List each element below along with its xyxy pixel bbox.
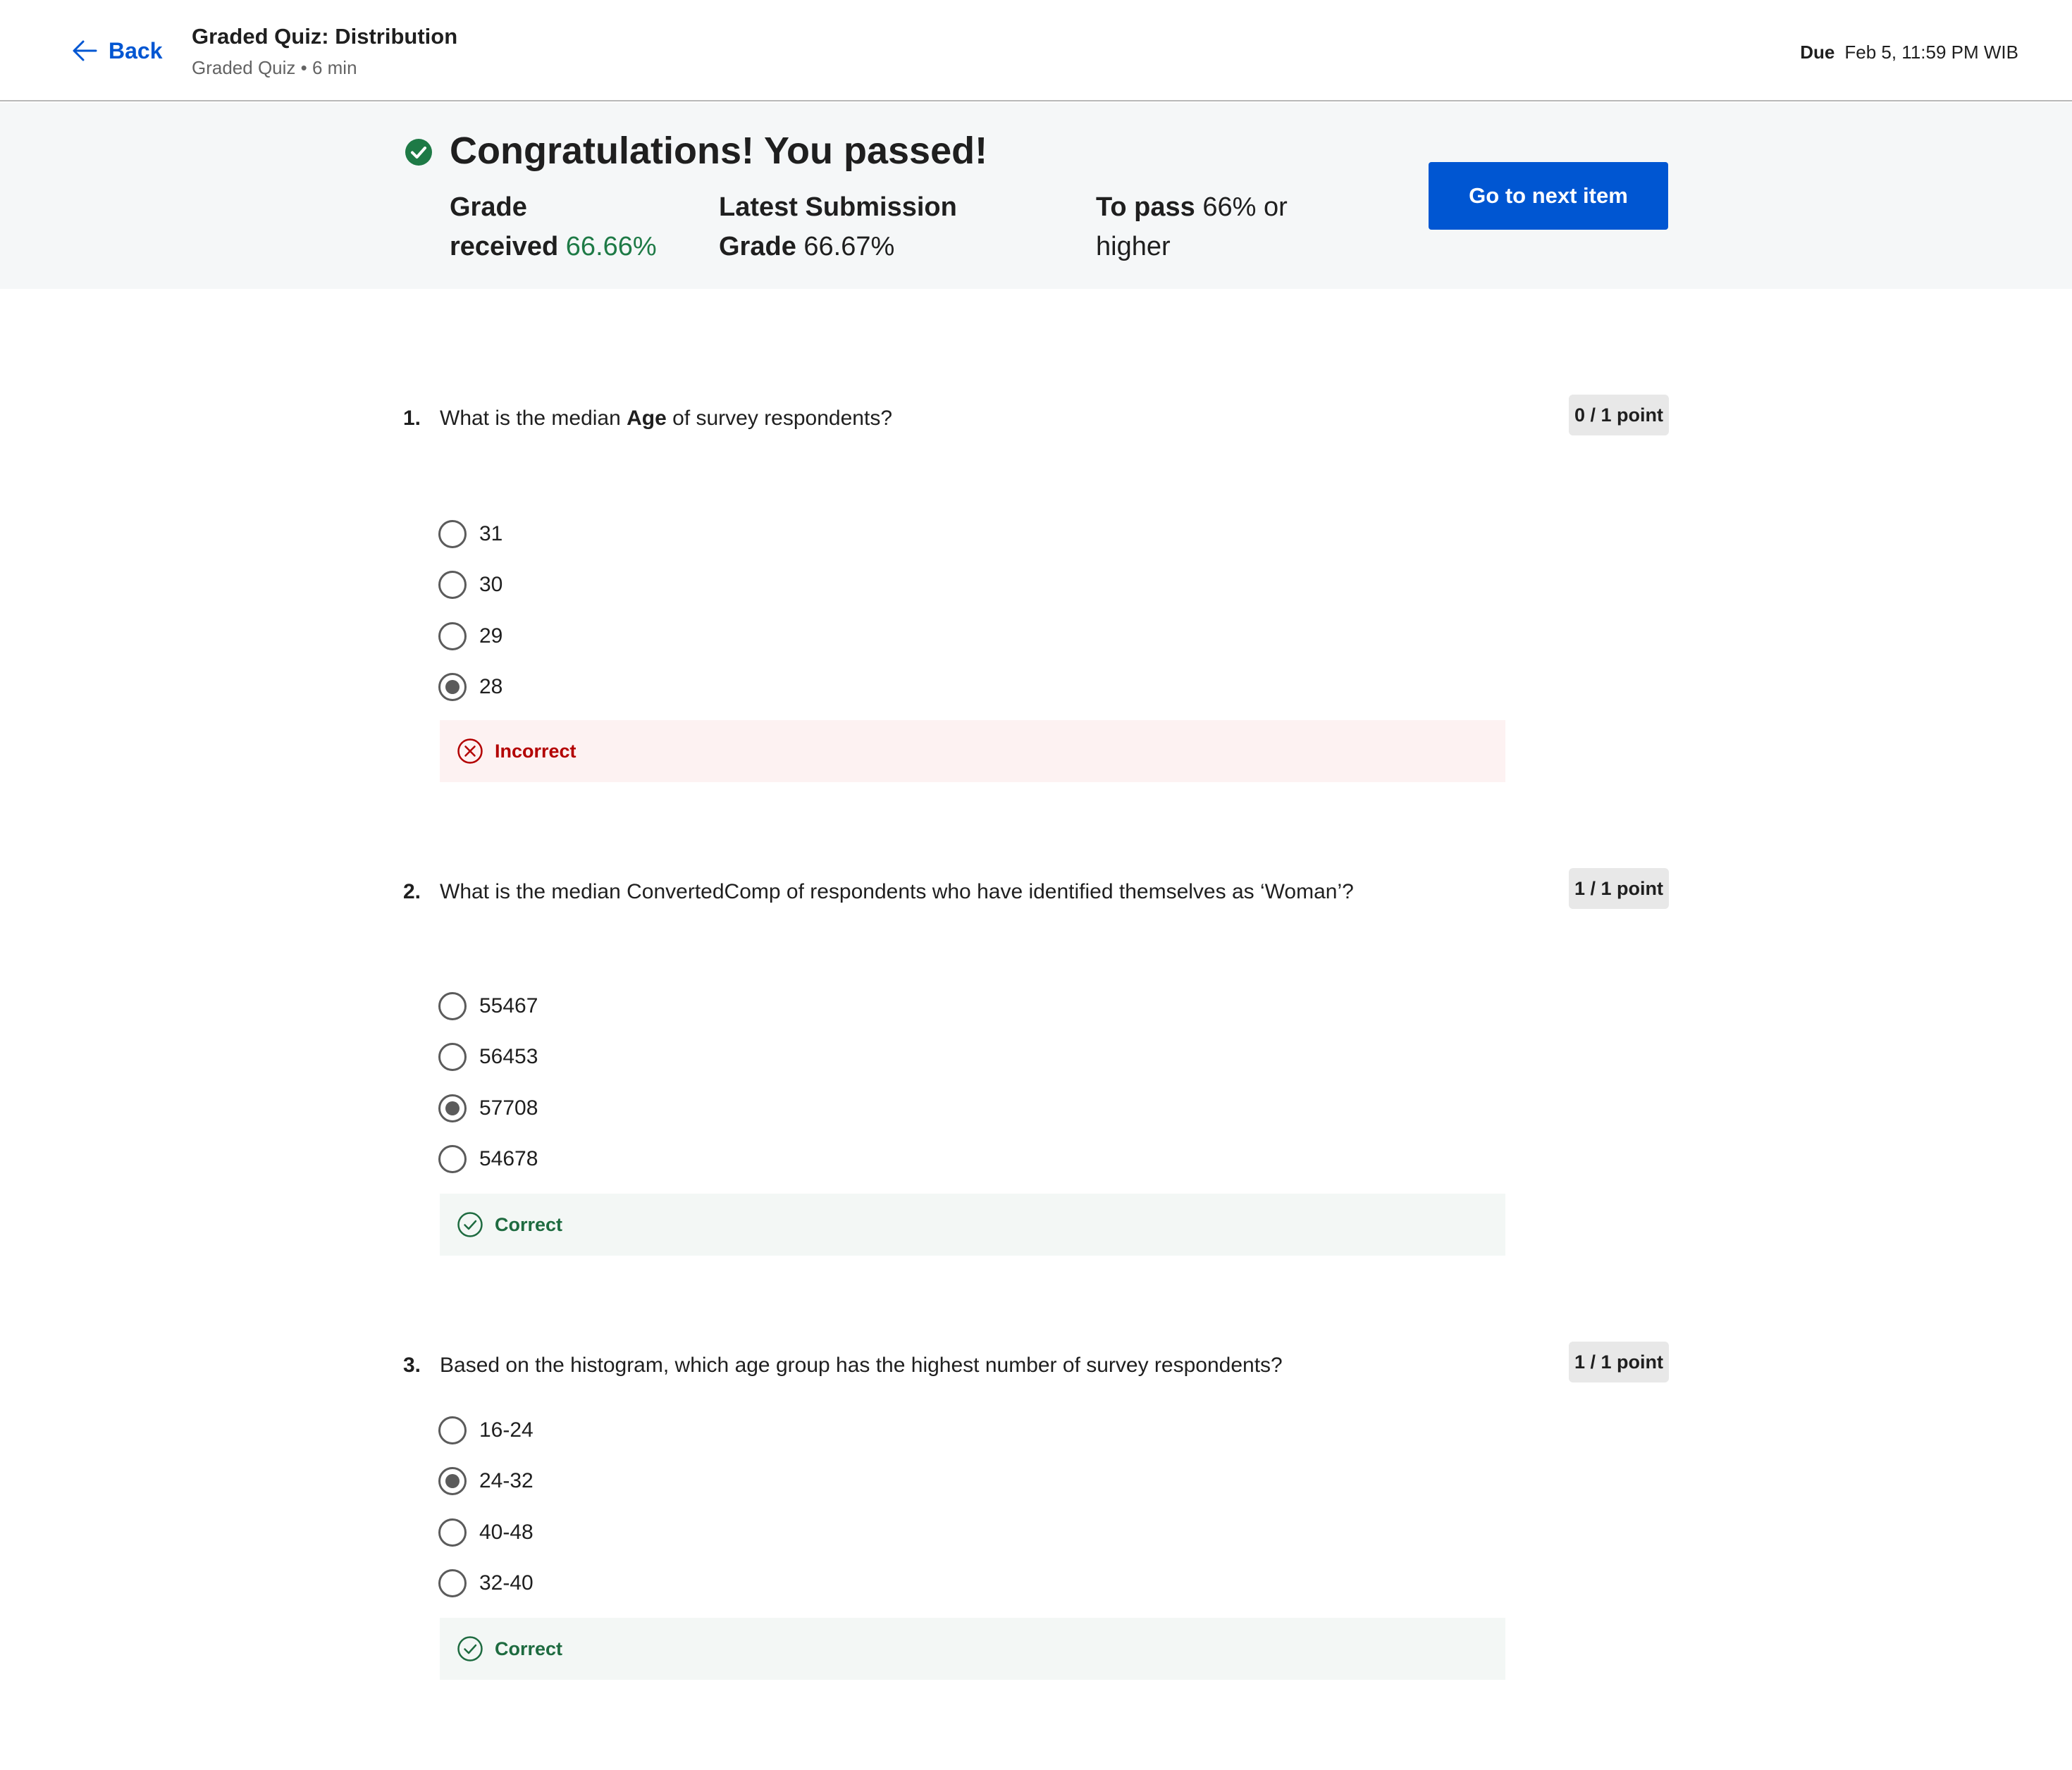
go-to-next-item-button[interactable]: Go to next item [1429, 162, 1668, 230]
grade-received-label: Grade [450, 192, 527, 222]
option-label: 55467 [479, 994, 538, 1017]
feedback-label: Correct [495, 1213, 563, 1235]
feedback-label: Incorrect [495, 740, 576, 762]
back-label: Back [109, 37, 163, 63]
grade-received-label-2: received [450, 232, 559, 261]
radio-button-selected[interactable] [438, 673, 467, 701]
question-number: 2. [403, 880, 421, 903]
option-label: 54678 [479, 1147, 538, 1170]
option-label: 30 [479, 573, 503, 596]
radio-button[interactable] [438, 1145, 467, 1173]
check-circle-outline-icon [457, 1636, 483, 1661]
radio-button[interactable] [438, 1043, 467, 1071]
x-circle-icon [457, 738, 483, 764]
grade-received-value: 66.66% [565, 232, 657, 261]
radio-button[interactable] [438, 992, 467, 1020]
result-heading: Congratulations! You passed! [450, 130, 988, 172]
to-pass-value: 66% or [1202, 192, 1288, 222]
item-subtitle: Graded Quiz • 6 min [192, 57, 357, 78]
answer-option[interactable]: 28 [438, 672, 502, 703]
option-label: 29 [479, 624, 503, 648]
question-number: 1. [403, 407, 421, 430]
answer-option[interactable]: 40-48 [438, 1517, 534, 1548]
radio-button[interactable] [438, 520, 467, 548]
feedback-label: Correct [495, 1638, 563, 1659]
passing-threshold: To pass 66% or higher [1096, 187, 1321, 266]
due-date: Due Feb 5, 11:59 PM WIB [1800, 38, 2018, 66]
radio-button[interactable] [438, 622, 467, 650]
question-text: What is the median ConvertedComp of resp… [440, 880, 1354, 903]
page-header: Back Graded Quiz: Distribution Graded Qu… [0, 0, 2072, 101]
check-circle-icon [405, 139, 432, 166]
option-label: 16-24 [479, 1418, 534, 1442]
item-title-block: Graded Quiz: Distribution Graded Quiz • … [192, 20, 457, 82]
option-label: 32-40 [479, 1571, 534, 1595]
option-label: 28 [479, 675, 503, 698]
arrow-left-icon [73, 40, 97, 61]
answer-option[interactable]: 31 [438, 519, 502, 550]
option-label: 57708 [479, 1096, 538, 1120]
question-number: 3. [403, 1354, 421, 1377]
latest-submission-label-2: Grade [719, 232, 796, 261]
page-title: Graded Quiz: Distribution [192, 24, 458, 49]
check-circle-outline-icon [457, 1212, 483, 1237]
answer-option[interactable]: 56453 [438, 1041, 538, 1072]
answer-option[interactable]: 32-40 [438, 1568, 534, 1599]
latest-submission-grade: Latest Submission Grade 66.67% [719, 187, 1015, 266]
feedback-incorrect: Incorrect [440, 720, 1505, 782]
option-label: 40-48 [479, 1521, 534, 1544]
answer-option[interactable]: 16-24 [438, 1415, 534, 1446]
result-banner: Congratulations! You passed! Grade recei… [0, 103, 2072, 289]
answer-option[interactable]: 29 [438, 621, 502, 652]
grade-received: Grade received 66.66% [450, 187, 675, 266]
answer-option[interactable]: 24-32 [438, 1466, 534, 1497]
radio-button-selected[interactable] [438, 1094, 467, 1122]
option-label: 31 [479, 522, 503, 545]
option-label: 56453 [479, 1045, 538, 1068]
to-pass-label: To pass [1096, 192, 1195, 222]
question-text: What is the median Age of survey respond… [440, 407, 892, 430]
answer-option[interactable]: 57708 [438, 1093, 538, 1124]
points-badge: 1 / 1 point [1568, 868, 1669, 909]
option-label: 24-32 [479, 1469, 534, 1492]
answer-option[interactable]: 30 [438, 569, 502, 600]
to-pass-value-2: higher [1096, 232, 1171, 261]
radio-button[interactable] [438, 1569, 467, 1597]
due-label: Due [1800, 42, 1835, 63]
radio-button[interactable] [438, 1416, 467, 1444]
answer-option[interactable]: 55467 [438, 991, 538, 1022]
question-text: Based on the histogram, which age group … [440, 1354, 1283, 1377]
radio-button-selected[interactable] [438, 1467, 467, 1495]
latest-submission-label: Latest Submission [719, 192, 957, 222]
points-badge: 0 / 1 point [1568, 395, 1669, 435]
feedback-correct: Correct [440, 1618, 1505, 1680]
points-badge: 1 / 1 point [1568, 1342, 1669, 1382]
feedback-correct: Correct [440, 1194, 1505, 1256]
radio-button[interactable] [438, 1518, 467, 1547]
answer-option[interactable]: 54678 [438, 1144, 538, 1175]
due-value: Feb 5, 11:59 PM WIB [1844, 42, 2018, 63]
latest-submission-value: 66.67% [803, 232, 895, 261]
radio-button[interactable] [438, 571, 467, 599]
back-link[interactable]: Back [70, 31, 163, 70]
